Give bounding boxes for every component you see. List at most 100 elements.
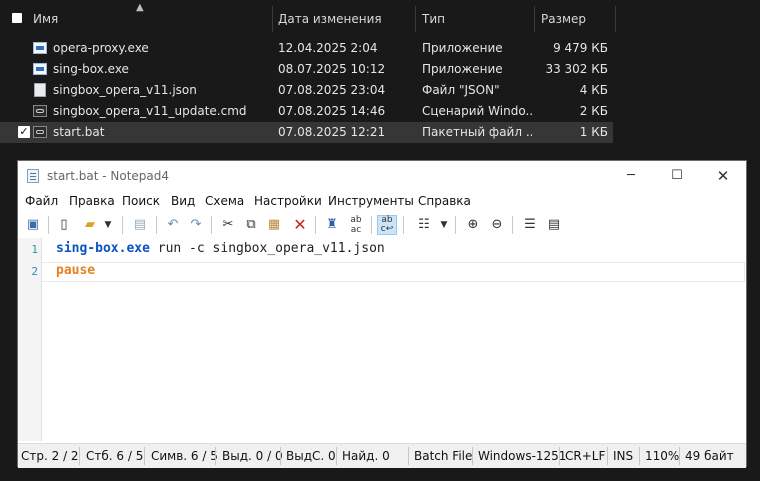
undo-icon[interactable]: ↶ [163, 215, 183, 235]
column-header-name[interactable]: Имя [27, 0, 272, 38]
toolbar-separator [403, 216, 404, 234]
file-date: 07.08.2025 23:04 [278, 83, 386, 97]
column-header-date[interactable]: Дата изменения [272, 0, 415, 38]
menu-search[interactable]: Поиск [122, 191, 160, 211]
code-line[interactable]: sing-box.exe run -c singbox_opera_v11.js… [56, 239, 385, 259]
file-type: Сценарий Windo... [422, 104, 532, 118]
menu-tools[interactable]: Инструменты [328, 191, 414, 211]
status-separator [559, 447, 560, 465]
toolbar-separator [512, 216, 513, 234]
file-size: 2 КБ [579, 104, 608, 118]
file-type: Приложение [422, 62, 503, 76]
close-button[interactable]: ✕ [700, 161, 746, 191]
file-name: singbox_opera_v11_update.cmd [53, 104, 247, 118]
new-file-icon[interactable]: ▯ [54, 215, 74, 235]
menu-scheme[interactable]: Схема [205, 191, 244, 211]
row-checkbox-checked[interactable]: ✓ [18, 126, 30, 138]
status-line[interactable]: Стр. 2 / 2 [21, 444, 79, 468]
delete-icon[interactable]: ✕ [290, 215, 310, 235]
status-found[interactable]: Найд. 0 [342, 444, 390, 468]
column-header-row: ▲ Имя Дата изменения Тип Размер [0, 0, 760, 38]
word-wrap-icon[interactable]: ab c↩ [377, 215, 397, 235]
file-type: Пакетный файл ... [422, 125, 532, 139]
status-selection-bytes[interactable]: ВыдС. 0 [286, 444, 336, 468]
status-separator [679, 447, 680, 465]
line-number-gutter: 1 2 [18, 238, 42, 441]
status-separator [79, 447, 80, 465]
file-size: 33 302 КБ [545, 62, 608, 76]
file-name: opera-proxy.exe [53, 41, 149, 55]
code-line[interactable]: pause [56, 261, 95, 281]
minimize-button[interactable]: ─ [608, 161, 654, 191]
status-scheme[interactable]: Batch File [414, 444, 472, 468]
exe-icon [33, 42, 47, 54]
notepad-app-icon[interactable] [27, 169, 39, 183]
status-separator [336, 447, 337, 465]
notepad-window: start.bat - Notepad4 ─ ☐ ✕ Файл Правка П… [17, 160, 747, 468]
toolbar: ▣ ▯ ▰ ▼ ▤ ↶ ↷ ✂ ⧉ ▦ ✕ ♜ ab ac ab c↩ ☷ ▼ ⊕ … [18, 212, 746, 238]
customize-scheme-icon[interactable]: ▤ [544, 215, 564, 235]
file-row[interactable]: singbox_opera_v11_update.cmd 07.08.2025 … [0, 101, 613, 122]
zoom-out-icon[interactable]: ⊖ [487, 215, 507, 235]
status-selection[interactable]: Выд. 0 / 0 [222, 444, 283, 468]
file-row[interactable]: opera-proxy.exe 12.04.2025 2:04 Приложен… [0, 38, 613, 59]
bookmarks-icon[interactable]: ☷ [414, 215, 434, 235]
browse-icon[interactable]: ▣ [23, 215, 43, 235]
status-encoding[interactable]: Windows-1251 [478, 444, 566, 468]
status-insert-mode[interactable]: INS [613, 444, 633, 468]
toolbar-separator [371, 216, 372, 234]
file-type: Файл "JSON" [422, 83, 500, 97]
dropdown-arrow-icon[interactable]: ▼ [102, 215, 114, 235]
menu-settings[interactable]: Настройки [254, 191, 322, 211]
status-char[interactable]: Симв. 6 / 5 [151, 444, 218, 468]
menu-file[interactable]: Файл [25, 191, 58, 211]
replace-icon[interactable]: ab ac [346, 215, 366, 235]
status-separator [472, 447, 473, 465]
save-icon[interactable]: ▤ [130, 215, 150, 235]
column-divider[interactable] [615, 6, 616, 32]
menu-help[interactable]: Справка [418, 191, 471, 211]
file-name: sing-box.exe [53, 62, 129, 76]
bat-file-icon [33, 126, 47, 138]
select-all-checkbox[interactable] [12, 13, 22, 23]
menu-edit[interactable]: Правка [69, 191, 115, 211]
status-separator [215, 447, 216, 465]
line-number: 2 [31, 265, 38, 278]
open-folder-icon[interactable]: ▰ [80, 215, 100, 235]
dropdown-arrow-icon[interactable]: ▼ [438, 215, 450, 235]
status-doc-size[interactable]: 49 байт [685, 444, 734, 468]
toolbar-separator [156, 216, 157, 234]
column-header-size[interactable]: Размер [535, 0, 615, 38]
file-date: 07.08.2025 14:46 [278, 104, 386, 118]
toolbar-separator [455, 216, 456, 234]
file-date: 08.07.2025 10:12 [278, 62, 386, 76]
redo-icon[interactable]: ↷ [186, 215, 206, 235]
toolbar-separator [211, 216, 212, 234]
window-title: start.bat - Notepad4 [47, 169, 170, 183]
line-number: 1 [31, 243, 38, 256]
maximize-button[interactable]: ☐ [654, 161, 700, 191]
status-zoom[interactable]: 110% [645, 444, 679, 468]
file-size: 9 479 КБ [553, 41, 608, 55]
find-icon[interactable]: ♜ [322, 215, 342, 235]
current-line-highlight [42, 262, 745, 282]
file-row[interactable]: singbox_opera_v11.json 07.08.2025 23:04 … [0, 80, 613, 101]
file-row-selected[interactable]: ✓ start.bat 07.08.2025 12:21 Пакетный фа… [0, 122, 613, 143]
file-type: Приложение [422, 41, 503, 55]
text-editor[interactable]: 1 2 sing-box.exe run -c singbox_opera_v1… [18, 238, 746, 441]
zoom-in-icon[interactable]: ⊕ [463, 215, 483, 235]
file-explorer: ▲ Имя Дата изменения Тип Размер opera-pr… [0, 0, 760, 160]
cut-icon[interactable]: ✂ [218, 215, 238, 235]
status-eol[interactable]: CR+LF [565, 444, 605, 468]
file-row[interactable]: sing-box.exe 08.07.2025 10:12 Приложение… [0, 59, 613, 80]
column-header-type[interactable]: Тип [416, 0, 535, 38]
scheme-icon[interactable]: ☰ [520, 215, 540, 235]
title-bar[interactable]: start.bat - Notepad4 ─ ☐ ✕ [18, 161, 746, 191]
status-bar: Стр. 2 / 2 Стб. 6 / 5 Симв. 6 / 5 Выд. 0… [18, 443, 746, 468]
file-date: 07.08.2025 12:21 [278, 125, 386, 139]
copy-icon[interactable]: ⧉ [241, 215, 261, 235]
paste-icon[interactable]: ▦ [264, 215, 284, 235]
status-column[interactable]: Стб. 6 / 5 [86, 444, 143, 468]
file-date: 12.04.2025 2:04 [278, 41, 378, 55]
menu-view[interactable]: Вид [171, 191, 195, 211]
